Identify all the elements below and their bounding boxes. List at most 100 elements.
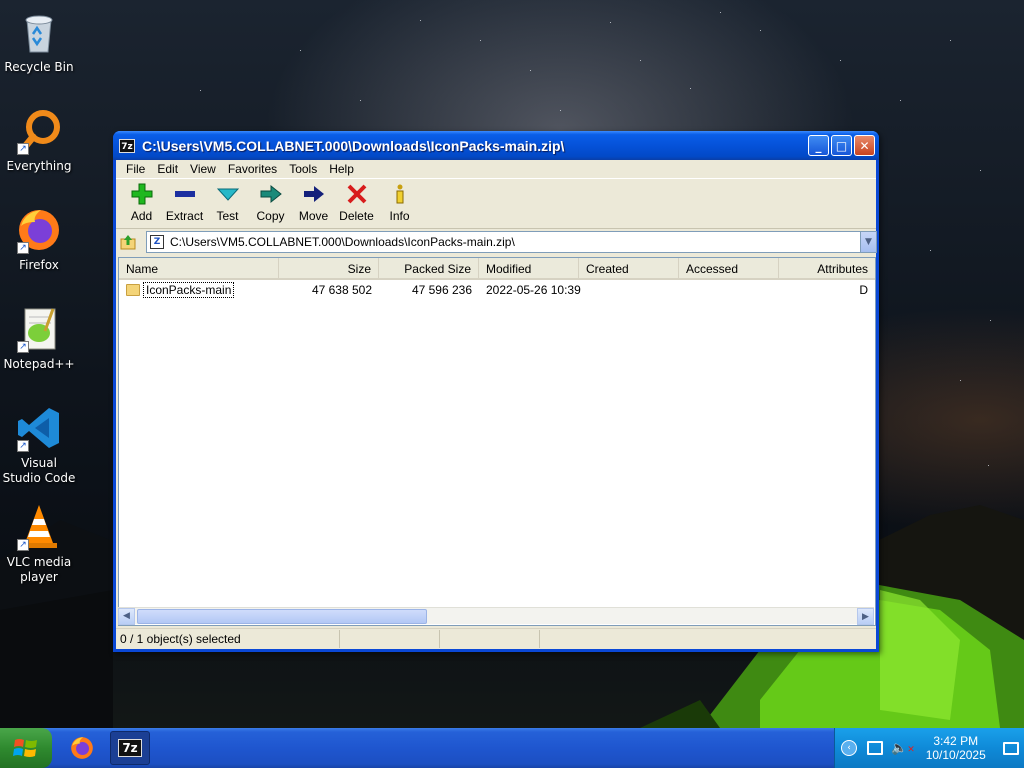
table-row[interactable]: IconPacks-main 47 638 502 47 596 236 202… xyxy=(119,280,875,300)
chevron-left-icon: ‹ xyxy=(847,743,851,753)
extract-button[interactable]: Extract xyxy=(163,179,206,227)
shortcut-arrow-icon: ↗ xyxy=(17,341,29,353)
status-cell-4 xyxy=(540,630,640,648)
vlc-icon: ↗ xyxy=(15,503,63,551)
status-cell-2 xyxy=(340,629,440,648)
desktop-icon-label: Notepad++ xyxy=(3,357,75,371)
address-text: C:\Users\VM5.COLLABNET.000\Downloads\Ico… xyxy=(170,235,515,249)
scroll-left-button[interactable]: ◀ xyxy=(118,607,135,625)
column-header-accessed[interactable]: Accessed xyxy=(679,258,779,278)
status-selection: 0 / 1 object(s) selected xyxy=(116,629,340,648)
clock[interactable]: 3:42 PM 10/10/2025 xyxy=(923,734,989,762)
column-header-created[interactable]: Created xyxy=(579,258,679,278)
copy-icon xyxy=(259,182,283,206)
copy-label: Copy xyxy=(256,209,285,223)
desktop-icon-everything[interactable]: ↗ Everything xyxy=(1,107,77,174)
desktop-icon-label: Firefox xyxy=(19,258,59,272)
minimize-icon: _ xyxy=(815,138,822,153)
menu-view[interactable]: View xyxy=(184,160,222,178)
volume-muted-icon[interactable]: 🔈✕ xyxy=(891,741,915,756)
folder-icon xyxy=(126,284,140,296)
maximize-icon: □ xyxy=(835,138,848,153)
shortcut-arrow-icon: ↗ xyxy=(17,143,29,155)
desktop-icon-vscode[interactable]: ↗ Visual Studio Code xyxy=(1,404,77,486)
info-icon xyxy=(388,182,412,206)
notifications-icon[interactable] xyxy=(1002,741,1019,755)
row-packed-size: 47 596 236 xyxy=(411,283,472,297)
column-header-modified[interactable]: Modified xyxy=(479,258,579,278)
move-icon xyxy=(302,182,326,206)
taskbar-7zip[interactable]: 7z xyxy=(110,731,150,765)
add-icon xyxy=(130,182,154,206)
desktop-icon-notepad-plus-plus[interactable]: ↗ Notepad++ xyxy=(1,305,77,372)
row-name: IconPacks-main xyxy=(143,282,235,298)
add-button[interactable]: Add xyxy=(120,179,163,227)
address-dropdown-button[interactable]: ▼ xyxy=(860,232,876,252)
taskbar: 7z ‹ 🔈✕ 3:42 PM 10/10/2025 xyxy=(0,728,1024,768)
scroll-thumb[interactable] xyxy=(137,609,427,624)
everything-search-icon: ↗ xyxy=(15,107,63,155)
network-icon[interactable] xyxy=(867,741,883,755)
menu-bar: File Edit View Favorites Tools Help xyxy=(116,160,876,179)
recycle-bin-icon xyxy=(15,8,63,56)
test-button[interactable]: Test xyxy=(206,179,249,227)
row-attributes: D xyxy=(859,283,868,297)
taskbar-firefox[interactable] xyxy=(62,731,102,765)
show-hidden-icons-button[interactable]: ‹ xyxy=(841,740,857,756)
start-button[interactable] xyxy=(0,728,52,768)
window-titlebar[interactable]: 7z C:\Users\VM5.COLLABNET.000\Downloads\… xyxy=(113,131,879,160)
vscode-icon: ↗ xyxy=(15,404,63,452)
7zip-app-icon: 7z xyxy=(119,138,135,153)
clock-date: 10/10/2025 xyxy=(925,748,986,762)
up-folder-button[interactable] xyxy=(116,231,140,253)
archive-window: 7z C:\Users\VM5.COLLABNET.000\Downloads\… xyxy=(113,131,879,652)
move-button[interactable]: Move xyxy=(292,179,335,227)
info-label: Info xyxy=(389,209,410,223)
info-button[interactable]: Info xyxy=(378,179,421,227)
desktop-icon-label: Recycle Bin xyxy=(4,60,74,74)
column-header-name[interactable]: Name xyxy=(119,258,279,278)
status-bar: 0 / 1 object(s) selected xyxy=(116,628,876,648)
7zip-icon: 7z xyxy=(118,739,142,757)
desktop-icon-firefox[interactable]: ↗ Firefox xyxy=(1,206,77,273)
delete-button[interactable]: Delete xyxy=(335,179,378,227)
shortcut-arrow-icon: ↗ xyxy=(17,539,29,551)
shortcut-arrow-icon: ↗ xyxy=(17,242,29,254)
minimize-button[interactable]: _ xyxy=(808,135,829,156)
column-header-packed-size[interactable]: Packed Size xyxy=(379,258,479,278)
maximize-button[interactable]: □ xyxy=(831,135,852,156)
archive-icon: Z xyxy=(150,235,164,249)
close-icon: ✕ xyxy=(859,138,870,153)
status-cell-3 xyxy=(440,629,540,648)
menu-tools[interactable]: Tools xyxy=(283,160,323,178)
shortcut-arrow-icon: ↗ xyxy=(17,440,29,452)
extract-icon xyxy=(173,182,197,206)
menu-file[interactable]: File xyxy=(120,160,151,178)
menu-favorites[interactable]: Favorites xyxy=(222,160,283,178)
desktop-icon-label: VLC media player xyxy=(6,555,72,584)
move-label: Move xyxy=(298,209,329,223)
scroll-right-button[interactable]: ▶ xyxy=(857,608,874,625)
row-modified: 2022-05-26 10:39 xyxy=(486,283,581,297)
row-name-cell: IconPacks-main xyxy=(119,282,279,298)
menu-help[interactable]: Help xyxy=(323,160,360,178)
menu-edit[interactable]: Edit xyxy=(151,160,184,178)
column-header-size[interactable]: Size xyxy=(279,258,379,278)
delete-label: Delete xyxy=(339,209,374,223)
firefox-icon: ↗ xyxy=(15,206,63,254)
horizontal-scrollbar[interactable]: ◀ ▶ xyxy=(118,607,874,625)
system-tray: ‹ 🔈✕ 3:42 PM 10/10/2025 xyxy=(834,728,1024,768)
add-label: Add xyxy=(130,209,153,223)
address-field[interactable]: Z C:\Users\VM5.COLLABNET.000\Downloads\I… xyxy=(146,231,877,253)
row-size: 47 638 502 xyxy=(311,283,372,297)
chevron-left-icon: ◀ xyxy=(123,611,130,621)
copy-button[interactable]: Copy xyxy=(249,179,292,227)
close-button[interactable]: ✕ xyxy=(854,135,875,156)
desktop-icon-vlc[interactable]: ↗ VLC media player xyxy=(1,503,77,585)
desktop-icon-recycle-bin[interactable]: Recycle Bin xyxy=(1,8,77,75)
toolbar: Add Extract Test Copy Move Delete Info xyxy=(116,179,876,229)
notepad-plus-plus-icon: ↗ xyxy=(15,305,63,353)
windows-logo-icon xyxy=(13,739,37,757)
clock-time: 3:42 PM xyxy=(933,734,979,748)
column-header-attributes[interactable]: Attributes xyxy=(779,258,875,278)
